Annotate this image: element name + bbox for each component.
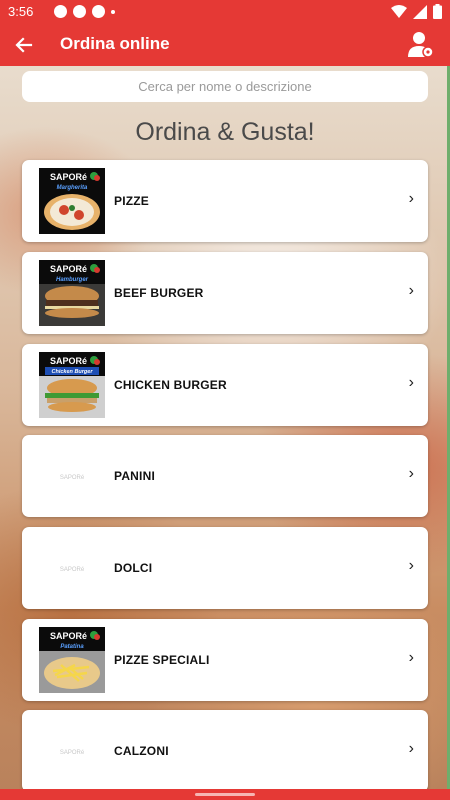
battery-icon (433, 4, 442, 19)
thumbnail-caption: Chicken Burger (52, 369, 94, 375)
category-label: CHICKEN BURGER (114, 378, 227, 392)
category-label: DOLCI (114, 561, 153, 575)
category-label: PIZZE SPECIALI (114, 653, 210, 667)
home-gesture-handle[interactable] (195, 793, 255, 796)
back-arrow-icon[interactable] (10, 31, 38, 59)
chevron-right-icon: › (408, 465, 414, 482)
page-heading: Ordina & Gusta! (135, 118, 315, 146)
chevron-right-icon: › (408, 374, 414, 391)
category-label: PIZZE (114, 194, 150, 208)
category-card-calzoni[interactable]: SAPORé CALZONI › (22, 710, 428, 792)
status-time: 3:56 (8, 4, 34, 19)
app-bar: Ordina online (0, 24, 450, 66)
chevron-right-icon: › (408, 649, 414, 666)
chevron-right-icon: › (408, 282, 414, 299)
more-notifications-icon (111, 9, 115, 14)
chevron-right-icon: › (408, 740, 414, 757)
category-card-pizze-speciali[interactable]: SAPORé Patatina PIZZE SPECIALI › (22, 619, 428, 701)
thumbnail-logo-text: SAPORé (50, 172, 87, 182)
category-thumbnail: SAPORé Patatina (39, 627, 105, 693)
notification-icons (54, 5, 115, 18)
category-card-chicken-burger[interactable]: SAPORé Chicken Burger CHICKEN BURGER › (22, 344, 428, 426)
search-input[interactable] (22, 71, 428, 102)
placeholder-logo-text: SAPORé (60, 475, 85, 481)
category-card-panini[interactable]: SAPORé PANINI › (22, 435, 428, 517)
category-label: PANINI (114, 469, 155, 483)
category-label: BEEF BURGER (114, 286, 204, 300)
category-card-beef-burger[interactable]: SAPORé Hamburger BEEF BURGER › (22, 252, 428, 334)
category-card-pizze[interactable]: SAPORé Margherita PIZZE › (22, 160, 428, 242)
thumbnail-caption: Margherita (57, 185, 88, 191)
wifi-icon (391, 4, 407, 18)
placeholder-logo-icon: SAPORé (60, 475, 85, 481)
thumbnail-caption: Patatina (60, 644, 84, 650)
placeholder-logo-icon: SAPORé (60, 750, 85, 756)
placeholder-logo-text: SAPORé (60, 750, 85, 756)
chevron-right-icon: › (408, 190, 414, 207)
system-navigation-bar (0, 789, 450, 800)
notification-dot-icon (92, 5, 105, 18)
category-card-dolci[interactable]: SAPORé DOLCI › (22, 527, 428, 609)
user-settings-icon[interactable] (408, 30, 434, 58)
page-title: Ordina online (60, 34, 170, 53)
chevron-right-icon: › (408, 557, 414, 574)
notification-dot-icon (73, 5, 86, 18)
signal-icon (413, 4, 427, 19)
notification-dot-icon (54, 5, 67, 18)
placeholder-logo-text: SAPORé (60, 567, 85, 573)
placeholder-logo-icon: SAPORé (60, 567, 85, 573)
status-bar: 3:56 (0, 0, 450, 24)
thumbnail-caption: Hamburger (56, 277, 89, 283)
thumbnail-logo-text: SAPORé (50, 631, 87, 641)
category-thumbnail: SAPORé Chicken Burger (39, 352, 105, 418)
system-icons (391, 4, 442, 19)
thumbnail-logo-text: SAPORé (50, 356, 87, 366)
category-thumbnail: SAPORé Margherita (39, 168, 105, 234)
thumbnail-logo-text: SAPORé (50, 264, 87, 274)
category-thumbnail: SAPORé Hamburger (39, 260, 105, 326)
category-label: CALZONI (114, 744, 169, 758)
